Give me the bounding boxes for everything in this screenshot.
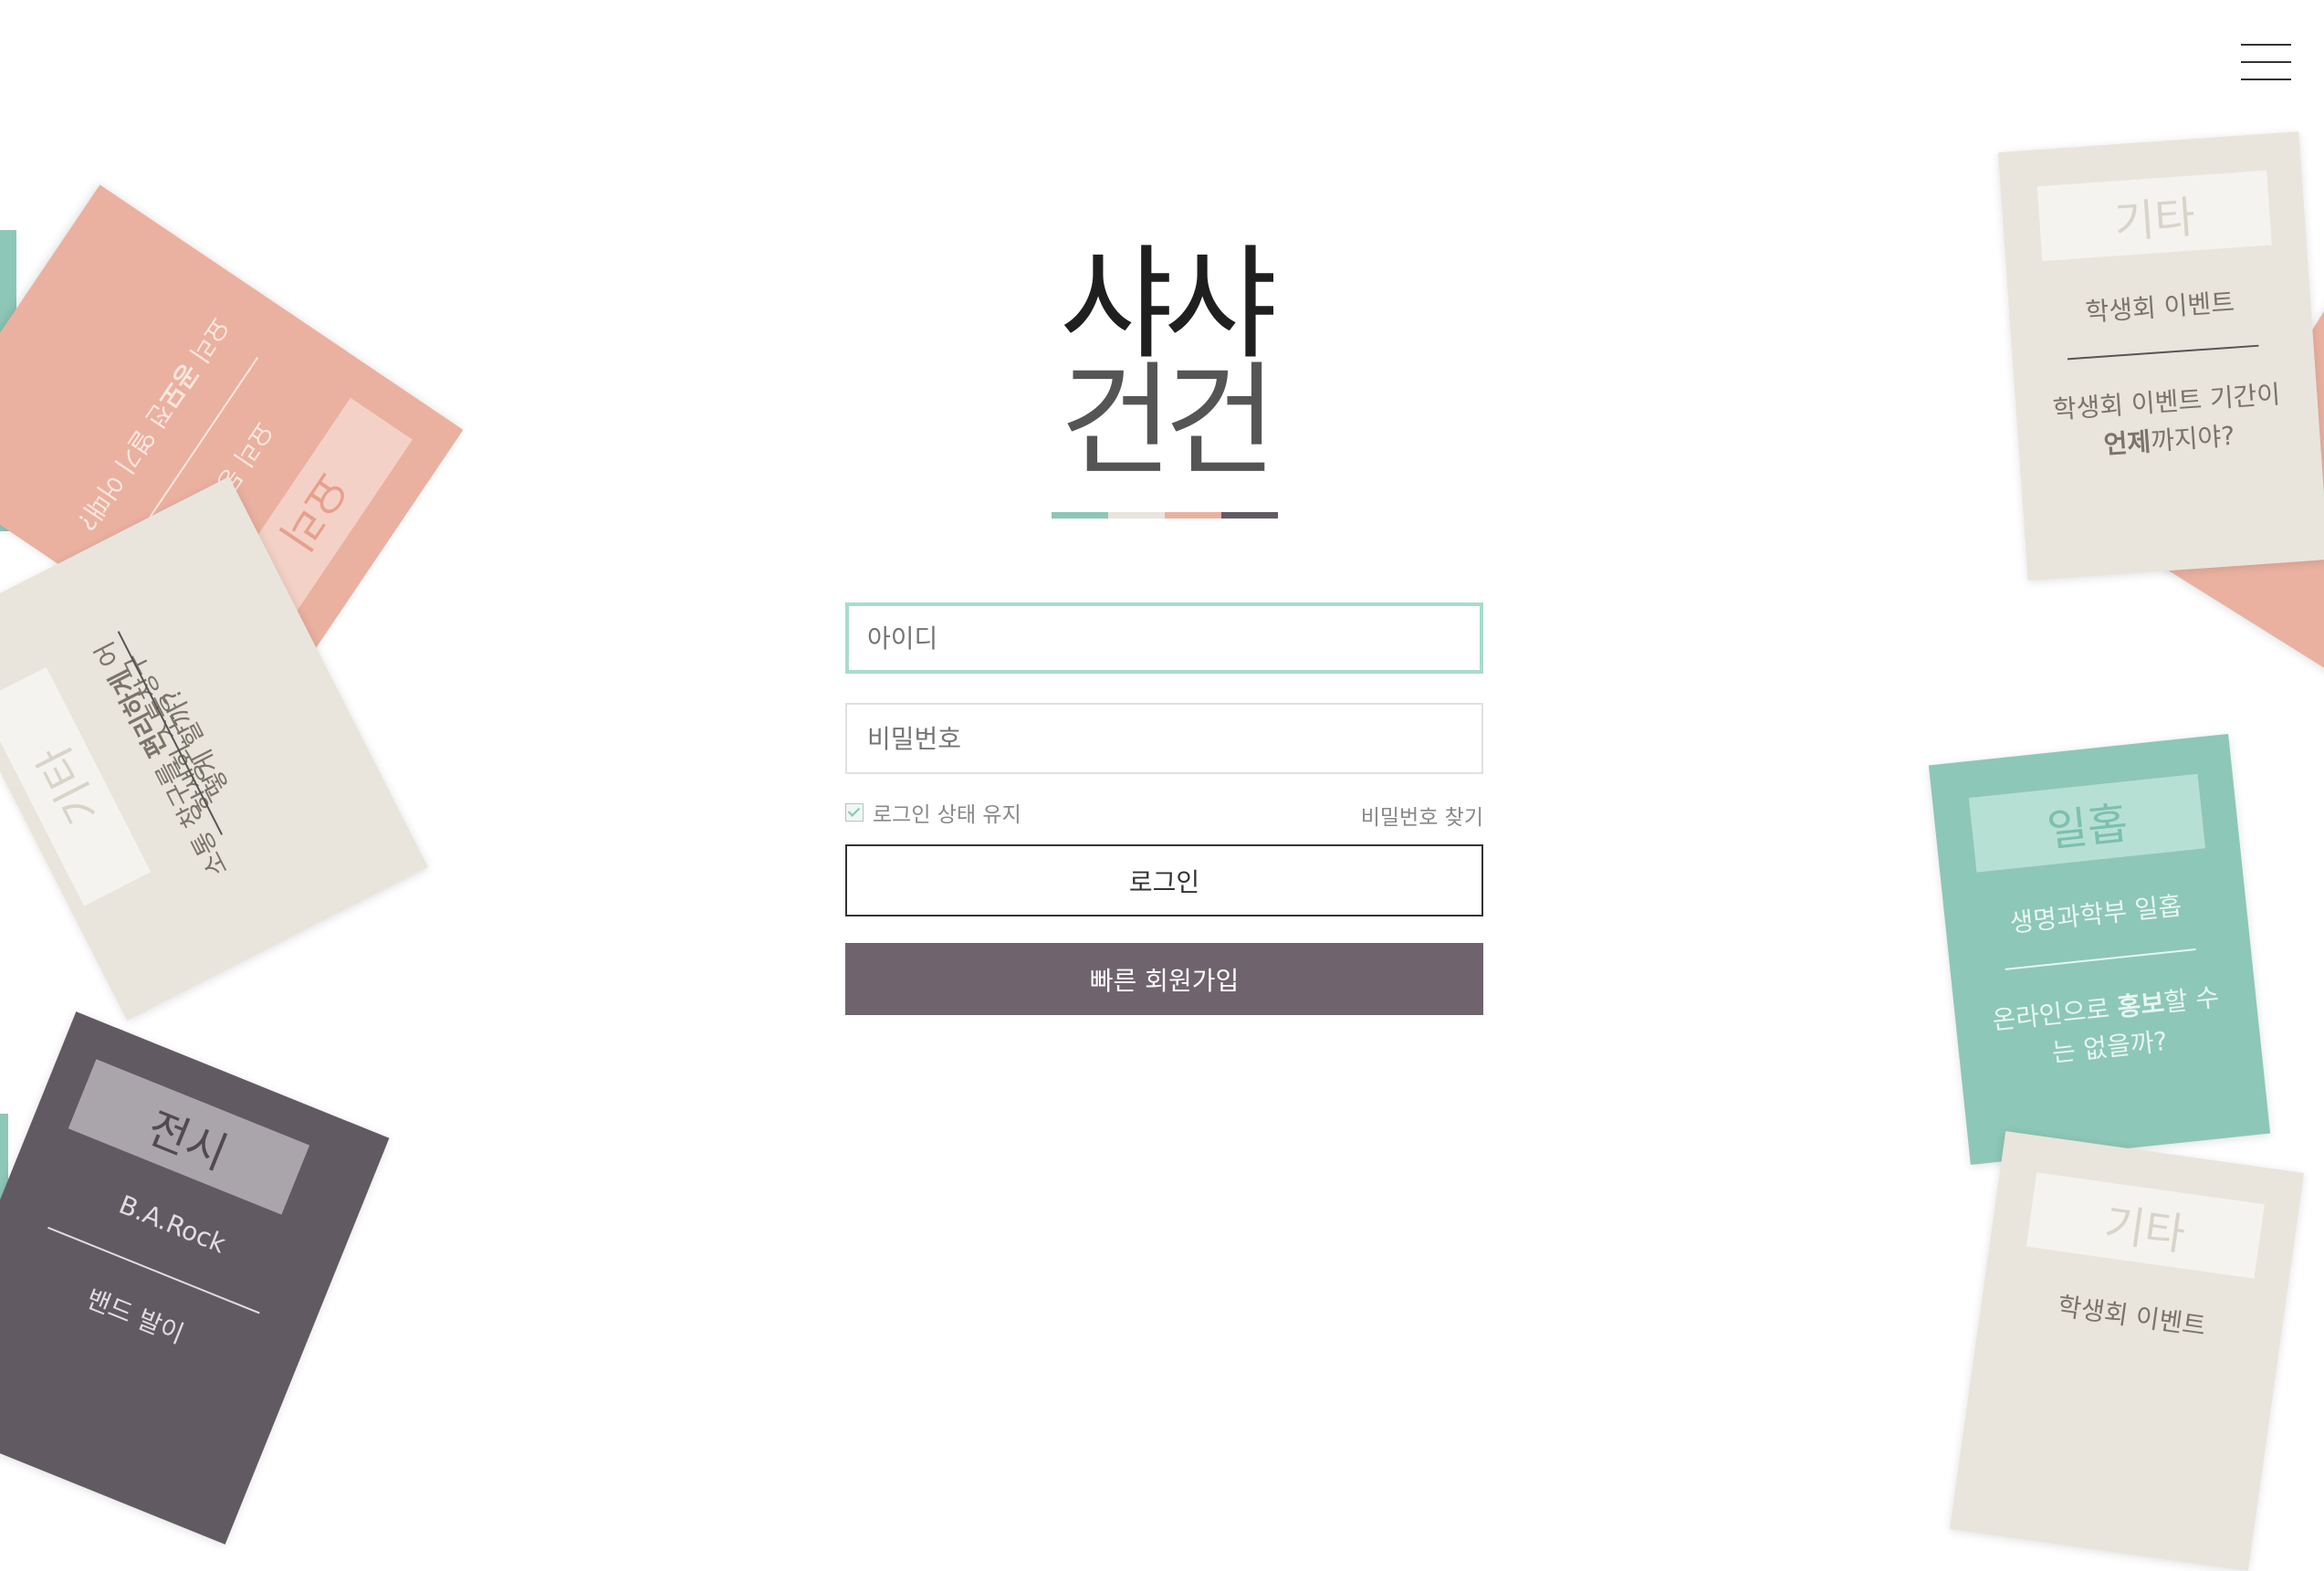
id-input[interactable]: [845, 602, 1483, 674]
card-divider: [2067, 344, 2259, 361]
card-title: 생명과학부 일홉: [2008, 890, 2183, 939]
signup-button[interactable]: 빠른 회원가입: [845, 943, 1483, 1015]
card-tag: 일홉: [1968, 773, 2206, 873]
card-desc: 온라인으로 홍보할 수 는 없을까?: [1990, 981, 2221, 1068]
menu-bar: [2241, 61, 2291, 63]
menu-bar: [2241, 79, 2291, 80]
card-exhibition[interactable]: 전시 B.A.Rock 밴드 발이: [0, 1011, 390, 1545]
menu-icon[interactable]: [2241, 44, 2291, 80]
card-desc: 밴드 발이: [81, 1283, 189, 1350]
card-event-bottom[interactable]: 기타 학생회 이벤트: [1949, 1131, 2305, 1571]
logo-line1: 샤샤: [1059, 233, 1277, 376]
color-swatch: [1165, 512, 1221, 518]
keep-login-checkbox[interactable]: [845, 803, 864, 822]
color-swatch: [1108, 512, 1165, 518]
keep-login-label: 로그인 상태 유지: [873, 803, 1021, 827]
card-title: 학생회 이벤트: [2084, 287, 2235, 328]
card-tag: 기타: [2036, 170, 2272, 261]
color-swatch: [1221, 512, 1278, 518]
menu-bar: [2241, 44, 2291, 46]
logo-color-bar: [1052, 512, 1278, 518]
card-desc: 학생회 이벤트 기간이 언제까지야?: [2051, 379, 2282, 460]
find-password-link[interactable]: 비밀번호 찾기: [1361, 800, 1483, 831]
card-tag: 기타: [2026, 1172, 2265, 1279]
color-swatch: [1052, 512, 1108, 518]
logo: 샤샤 건건: [1004, 233, 1324, 493]
keep-login-option[interactable]: 로그인 상태 유지: [845, 800, 1021, 827]
card-promotion[interactable]: 일홉 생명과학부 일홉 온라인으로 홍보할 수 는 없을까?: [1928, 733, 2271, 1166]
logo-line2: 건건: [1059, 350, 1277, 493]
login-button[interactable]: 로그인: [845, 844, 1483, 916]
password-input[interactable]: [845, 703, 1483, 774]
card-title: 학생회 이벤트: [2056, 1291, 2208, 1342]
card-divider: [2005, 948, 2196, 970]
card-event-top[interactable]: 기타 학생회 이벤트 학생회 이벤트 기간이 언제까지야?: [1998, 131, 2324, 581]
